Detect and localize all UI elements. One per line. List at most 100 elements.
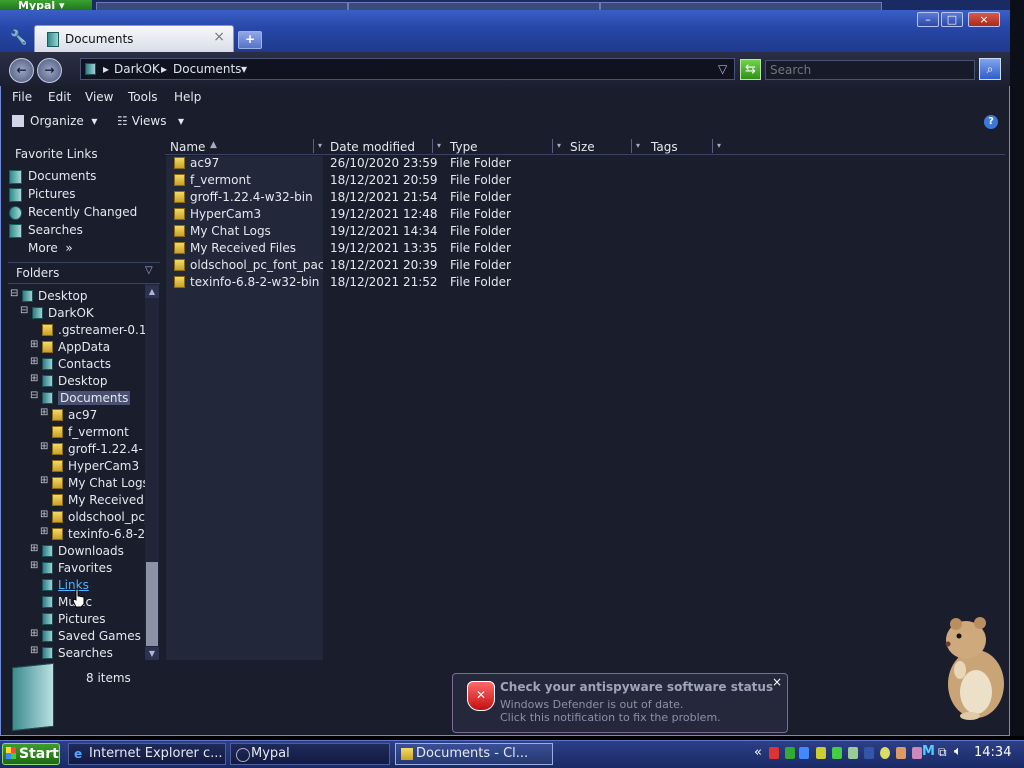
scroll-up-icon[interactable]: ▲: [145, 285, 159, 298]
file-row[interactable]: oldschool_pc_font_pac... 18/12/2021 20:39…: [166, 257, 726, 274]
column-name[interactable]: Name: [170, 140, 205, 154]
network-shield-tray-icon[interactable]: [799, 747, 809, 759]
tree-item[interactable]: My Received: [8, 492, 145, 508]
column-date-modified[interactable]: Date modified: [330, 140, 415, 154]
scroll-down-icon[interactable]: ▼: [145, 647, 159, 660]
column-filter-icon[interactable]: ▾: [631, 139, 644, 153]
close-window-button[interactable]: ×: [968, 12, 1000, 27]
help-icon[interactable]: ?: [984, 115, 998, 129]
views-button[interactable]: ☷ Views ▾: [117, 114, 184, 128]
tree-item[interactable]: ⊞ Downloads: [8, 543, 145, 559]
app-tray-icon[interactable]: [896, 747, 906, 759]
expand-icon[interactable]: ⊞: [40, 441, 48, 452]
tree-item[interactable]: ⊞ oldschool_pc_: [8, 509, 145, 525]
security-alert-tray-icon[interactable]: [769, 747, 779, 759]
expand-icon[interactable]: ⊞: [40, 475, 48, 486]
favorite-pictures[interactable]: Pictures: [28, 187, 76, 201]
wrench-icon[interactable]: 🔧: [10, 30, 27, 46]
tree-item[interactable]: ⊞ AppData: [8, 339, 145, 355]
chevron-down-icon[interactable]: ▽: [145, 265, 153, 276]
file-row[interactable]: texinfo-6.8-2-w32-bin 18/12/2021 21:52 Fil…: [166, 274, 726, 291]
tree-item[interactable]: ⊞ ac97: [8, 407, 145, 423]
tree-item[interactable]: ⊞ Searches: [8, 645, 145, 660]
column-size[interactable]: Size: [570, 140, 595, 154]
collapse-icon[interactable]: ⊟: [20, 305, 28, 316]
tree-item[interactable]: .gstreamer-0.1: [8, 322, 145, 338]
taskbar-clock[interactable]: 14:34: [974, 745, 1011, 760]
tree-item[interactable]: ⊞ My Chat Logs: [8, 475, 145, 491]
tree-item[interactable]: f_vermont: [8, 424, 145, 440]
search-icon[interactable]: ⌕: [979, 58, 1001, 80]
favorite-searches[interactable]: Searches: [28, 223, 83, 237]
column-type[interactable]: Type: [450, 140, 478, 154]
file-row[interactable]: My Received Files 19/12/2021 13:35 File Fo…: [166, 240, 726, 257]
expand-icon[interactable]: ⊞: [30, 628, 38, 639]
forward-button[interactable]: →: [37, 58, 62, 83]
search-input[interactable]: [765, 60, 975, 80]
expand-icon[interactable]: ⊞: [30, 373, 38, 384]
maximize-button[interactable]: □: [941, 12, 963, 27]
tab-close-icon[interactable]: ×: [213, 29, 225, 45]
volume-icon[interactable]: 🔈︎: [954, 744, 962, 759]
minimize-button[interactable]: –: [917, 12, 939, 27]
tree-item[interactable]: ⊞ Contacts: [8, 356, 145, 372]
column-filter-icon[interactable]: ▾: [432, 139, 445, 153]
menu-view[interactable]: View: [85, 90, 113, 104]
tree-item[interactable]: ⊟ Desktop: [8, 288, 145, 304]
file-row[interactable]: My Chat Logs 19/12/2021 14:34 File Folder: [166, 223, 726, 240]
app-tray-icon[interactable]: [816, 747, 826, 759]
address-dropdown-icon[interactable]: ▽: [718, 62, 727, 76]
collapse-icon[interactable]: ⊟: [30, 390, 38, 401]
app-tray-icon[interactable]: [880, 747, 890, 759]
column-filter-icon[interactable]: ▾: [712, 139, 725, 153]
hamster-mascot[interactable]: [940, 612, 1008, 720]
menu-edit[interactable]: Edit: [48, 90, 71, 104]
tree-item[interactable]: ⊞ texinfo-6.8-2: [8, 526, 145, 542]
column-filter-icon[interactable]: ▾: [313, 139, 326, 153]
breadcrumb-documents[interactable]: Documents: [173, 62, 241, 76]
network-icon[interactable]: ⧉: [938, 745, 947, 760]
tree-item[interactable]: HyperCam3: [8, 458, 145, 474]
notification-close-icon[interactable]: ×: [770, 676, 784, 690]
app-tray-icon[interactable]: [864, 747, 874, 759]
mcafee-tray-icon[interactable]: M: [922, 744, 935, 759]
tree-item[interactable]: ⊟ DarkOK: [8, 305, 145, 321]
tree-item[interactable]: Pictures: [8, 611, 145, 627]
messenger-tray-icon[interactable]: [848, 747, 858, 759]
app-tray-icon[interactable]: [912, 747, 922, 759]
file-row[interactable]: groff-1.22.4-w32-bin 18/12/2021 21:54 File…: [166, 189, 726, 206]
task-documents[interactable]: Documents - Cl...: [395, 743, 553, 765]
menu-help[interactable]: Help: [174, 90, 201, 104]
column-filter-icon[interactable]: ▾: [552, 139, 565, 153]
tree-item[interactable]: ⊞ groff-1.22.4-: [8, 441, 145, 457]
organize-button[interactable]: Organize ▾: [12, 114, 97, 128]
back-button[interactable]: ←: [9, 58, 34, 83]
shield-tray-icon[interactable]: [785, 747, 795, 759]
expand-icon[interactable]: ⊞: [30, 645, 38, 656]
breadcrumb-arrow-icon[interactable]: ▸: [161, 62, 167, 76]
tree-item[interactable]: ⊟ Documents: [8, 390, 145, 406]
tree-item[interactable]: ⊞ Saved Games: [8, 628, 145, 644]
expand-icon[interactable]: ⊞: [40, 509, 48, 520]
expand-icon[interactable]: ⊞: [30, 339, 38, 350]
file-row[interactable]: f_vermont 18/12/2021 20:59 File Folder: [166, 172, 726, 189]
expand-icon[interactable]: ⊞: [30, 356, 38, 367]
app-tray-icon[interactable]: [832, 747, 842, 759]
file-row[interactable]: HyperCam3 19/12/2021 12:48 File Folder: [166, 206, 726, 223]
breadcrumb-arrow-icon[interactable]: ▾: [241, 62, 247, 76]
collapse-icon[interactable]: ⊟: [10, 288, 18, 299]
tab-documents[interactable]: Documents ×: [34, 25, 234, 52]
breadcrumb-arrow-icon[interactable]: ▸: [103, 62, 109, 76]
tree-item[interactable]: ⊞ Desktop: [8, 373, 145, 389]
address-bar[interactable]: ▸ DarkOK ▸ Documents ▾ ▽: [80, 58, 735, 80]
task-mypal[interactable]: Mypal: [230, 743, 390, 765]
expand-icon[interactable]: ⊞: [30, 543, 38, 554]
more-links-button[interactable]: More »: [28, 241, 73, 255]
new-tab-button[interactable]: +: [238, 31, 262, 49]
favorite-recently-changed[interactable]: Recently Changed: [28, 205, 137, 219]
breadcrumb-darkok[interactable]: DarkOK: [114, 62, 160, 76]
expand-icon[interactable]: ⊞: [30, 560, 38, 571]
task-internet-explorer[interactable]: e Internet Explorer c...: [68, 743, 226, 765]
refresh-icon[interactable]: ⇆: [740, 59, 761, 80]
tray-expand-icon[interactable]: «: [754, 745, 762, 760]
